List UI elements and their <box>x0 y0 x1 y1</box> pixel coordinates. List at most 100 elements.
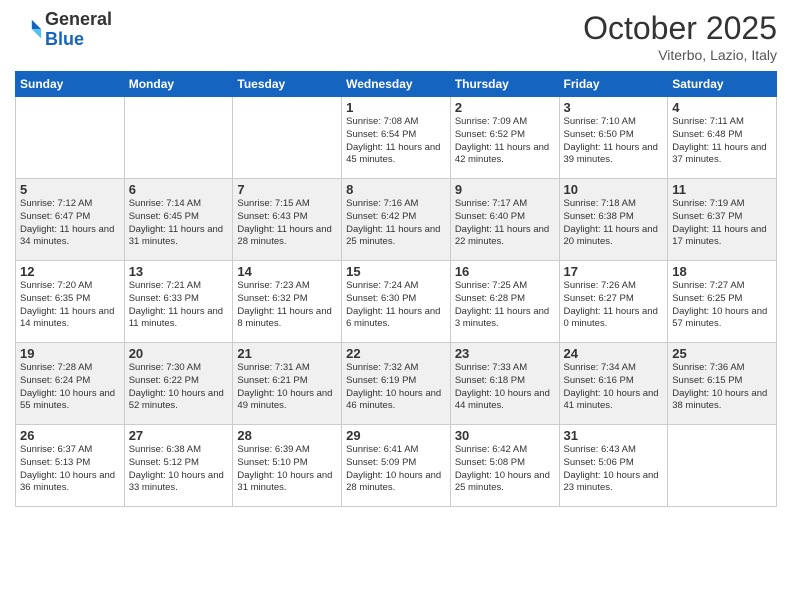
table-cell: 24Sunrise: 7:34 AM Sunset: 6:16 PM Dayli… <box>559 343 668 425</box>
logo: General Blue <box>15 10 112 50</box>
day-info: Sunrise: 7:27 AM Sunset: 6:25 PM Dayligh… <box>672 280 772 331</box>
day-number: 3 <box>564 100 664 115</box>
day-info: Sunrise: 6:43 AM Sunset: 5:06 PM Dayligh… <box>564 444 664 495</box>
day-info: Sunrise: 7:33 AM Sunset: 6:18 PM Dayligh… <box>455 362 555 413</box>
day-number: 17 <box>564 264 664 279</box>
table-cell: 10Sunrise: 7:18 AM Sunset: 6:38 PM Dayli… <box>559 179 668 261</box>
day-number: 8 <box>346 182 446 197</box>
table-cell: 11Sunrise: 7:19 AM Sunset: 6:37 PM Dayli… <box>668 179 777 261</box>
day-info: Sunrise: 7:11 AM Sunset: 6:48 PM Dayligh… <box>672 116 772 167</box>
day-number: 28 <box>237 428 337 443</box>
table-cell: 31Sunrise: 6:43 AM Sunset: 5:06 PM Dayli… <box>559 425 668 507</box>
table-cell: 6Sunrise: 7:14 AM Sunset: 6:45 PM Daylig… <box>124 179 233 261</box>
day-info: Sunrise: 7:08 AM Sunset: 6:54 PM Dayligh… <box>346 116 446 167</box>
day-number: 12 <box>20 264 120 279</box>
table-cell: 5Sunrise: 7:12 AM Sunset: 6:47 PM Daylig… <box>16 179 125 261</box>
table-cell: 18Sunrise: 7:27 AM Sunset: 6:25 PM Dayli… <box>668 261 777 343</box>
day-number: 10 <box>564 182 664 197</box>
table-cell: 15Sunrise: 7:24 AM Sunset: 6:30 PM Dayli… <box>342 261 451 343</box>
day-number: 15 <box>346 264 446 279</box>
day-info: Sunrise: 7:15 AM Sunset: 6:43 PM Dayligh… <box>237 198 337 249</box>
day-number: 16 <box>455 264 555 279</box>
table-cell: 1Sunrise: 7:08 AM Sunset: 6:54 PM Daylig… <box>342 97 451 179</box>
col-friday: Friday <box>559 72 668 97</box>
day-info: Sunrise: 7:16 AM Sunset: 6:42 PM Dayligh… <box>346 198 446 249</box>
day-info: Sunrise: 7:17 AM Sunset: 6:40 PM Dayligh… <box>455 198 555 249</box>
col-tuesday: Tuesday <box>233 72 342 97</box>
table-cell: 16Sunrise: 7:25 AM Sunset: 6:28 PM Dayli… <box>450 261 559 343</box>
logo-general-text: General <box>45 9 112 29</box>
table-cell <box>16 97 125 179</box>
table-cell: 25Sunrise: 7:36 AM Sunset: 6:15 PM Dayli… <box>668 343 777 425</box>
day-info: Sunrise: 7:31 AM Sunset: 6:21 PM Dayligh… <box>237 362 337 413</box>
day-info: Sunrise: 7:34 AM Sunset: 6:16 PM Dayligh… <box>564 362 664 413</box>
calendar-week-row: 12Sunrise: 7:20 AM Sunset: 6:35 PM Dayli… <box>16 261 777 343</box>
day-info: Sunrise: 6:41 AM Sunset: 5:09 PM Dayligh… <box>346 444 446 495</box>
day-number: 23 <box>455 346 555 361</box>
table-cell: 13Sunrise: 7:21 AM Sunset: 6:33 PM Dayli… <box>124 261 233 343</box>
table-cell: 22Sunrise: 7:32 AM Sunset: 6:19 PM Dayli… <box>342 343 451 425</box>
day-number: 11 <box>672 182 772 197</box>
table-cell: 21Sunrise: 7:31 AM Sunset: 6:21 PM Dayli… <box>233 343 342 425</box>
table-cell: 7Sunrise: 7:15 AM Sunset: 6:43 PM Daylig… <box>233 179 342 261</box>
day-info: Sunrise: 7:36 AM Sunset: 6:15 PM Dayligh… <box>672 362 772 413</box>
table-cell: 19Sunrise: 7:28 AM Sunset: 6:24 PM Dayli… <box>16 343 125 425</box>
table-cell <box>124 97 233 179</box>
day-info: Sunrise: 6:38 AM Sunset: 5:12 PM Dayligh… <box>129 444 229 495</box>
day-info: Sunrise: 7:19 AM Sunset: 6:37 PM Dayligh… <box>672 198 772 249</box>
day-number: 1 <box>346 100 446 115</box>
day-info: Sunrise: 6:37 AM Sunset: 5:13 PM Dayligh… <box>20 444 120 495</box>
title-location: Viterbo, Lazio, Italy <box>583 47 777 63</box>
col-sunday: Sunday <box>16 72 125 97</box>
day-number: 26 <box>20 428 120 443</box>
day-number: 31 <box>564 428 664 443</box>
col-saturday: Saturday <box>668 72 777 97</box>
table-cell: 28Sunrise: 6:39 AM Sunset: 5:10 PM Dayli… <box>233 425 342 507</box>
calendar-table: Sunday Monday Tuesday Wednesday Thursday… <box>15 71 777 507</box>
day-number: 20 <box>129 346 229 361</box>
table-cell: 23Sunrise: 7:33 AM Sunset: 6:18 PM Dayli… <box>450 343 559 425</box>
day-number: 13 <box>129 264 229 279</box>
day-info: Sunrise: 6:42 AM Sunset: 5:08 PM Dayligh… <box>455 444 555 495</box>
day-info: Sunrise: 7:32 AM Sunset: 6:19 PM Dayligh… <box>346 362 446 413</box>
table-cell: 14Sunrise: 7:23 AM Sunset: 6:32 PM Dayli… <box>233 261 342 343</box>
day-number: 29 <box>346 428 446 443</box>
day-number: 2 <box>455 100 555 115</box>
day-number: 9 <box>455 182 555 197</box>
day-info: Sunrise: 7:30 AM Sunset: 6:22 PM Dayligh… <box>129 362 229 413</box>
table-cell <box>233 97 342 179</box>
table-cell: 20Sunrise: 7:30 AM Sunset: 6:22 PM Dayli… <box>124 343 233 425</box>
table-cell: 4Sunrise: 7:11 AM Sunset: 6:48 PM Daylig… <box>668 97 777 179</box>
calendar-week-row: 5Sunrise: 7:12 AM Sunset: 6:47 PM Daylig… <box>16 179 777 261</box>
day-number: 4 <box>672 100 772 115</box>
day-info: Sunrise: 7:25 AM Sunset: 6:28 PM Dayligh… <box>455 280 555 331</box>
col-thursday: Thursday <box>450 72 559 97</box>
title-month: October 2025 <box>583 10 777 47</box>
day-number: 7 <box>237 182 337 197</box>
day-info: Sunrise: 7:28 AM Sunset: 6:24 PM Dayligh… <box>20 362 120 413</box>
day-info: Sunrise: 7:26 AM Sunset: 6:27 PM Dayligh… <box>564 280 664 331</box>
day-number: 25 <box>672 346 772 361</box>
calendar-week-row: 26Sunrise: 6:37 AM Sunset: 5:13 PM Dayli… <box>16 425 777 507</box>
logo-icon <box>15 16 43 44</box>
day-info: Sunrise: 7:09 AM Sunset: 6:52 PM Dayligh… <box>455 116 555 167</box>
day-info: Sunrise: 7:18 AM Sunset: 6:38 PM Dayligh… <box>564 198 664 249</box>
day-info: Sunrise: 7:23 AM Sunset: 6:32 PM Dayligh… <box>237 280 337 331</box>
day-info: Sunrise: 7:24 AM Sunset: 6:30 PM Dayligh… <box>346 280 446 331</box>
table-cell: 27Sunrise: 6:38 AM Sunset: 5:12 PM Dayli… <box>124 425 233 507</box>
calendar-week-row: 1Sunrise: 7:08 AM Sunset: 6:54 PM Daylig… <box>16 97 777 179</box>
day-number: 6 <box>129 182 229 197</box>
day-info: Sunrise: 7:10 AM Sunset: 6:50 PM Dayligh… <box>564 116 664 167</box>
day-number: 5 <box>20 182 120 197</box>
day-number: 27 <box>129 428 229 443</box>
table-cell: 26Sunrise: 6:37 AM Sunset: 5:13 PM Dayli… <box>16 425 125 507</box>
table-cell: 30Sunrise: 6:42 AM Sunset: 5:08 PM Dayli… <box>450 425 559 507</box>
table-cell: 3Sunrise: 7:10 AM Sunset: 6:50 PM Daylig… <box>559 97 668 179</box>
table-cell: 8Sunrise: 7:16 AM Sunset: 6:42 PM Daylig… <box>342 179 451 261</box>
table-cell: 9Sunrise: 7:17 AM Sunset: 6:40 PM Daylig… <box>450 179 559 261</box>
table-cell <box>668 425 777 507</box>
title-block: October 2025 Viterbo, Lazio, Italy <box>583 10 777 63</box>
day-number: 21 <box>237 346 337 361</box>
table-cell: 29Sunrise: 6:41 AM Sunset: 5:09 PM Dayli… <box>342 425 451 507</box>
table-cell: 12Sunrise: 7:20 AM Sunset: 6:35 PM Dayli… <box>16 261 125 343</box>
